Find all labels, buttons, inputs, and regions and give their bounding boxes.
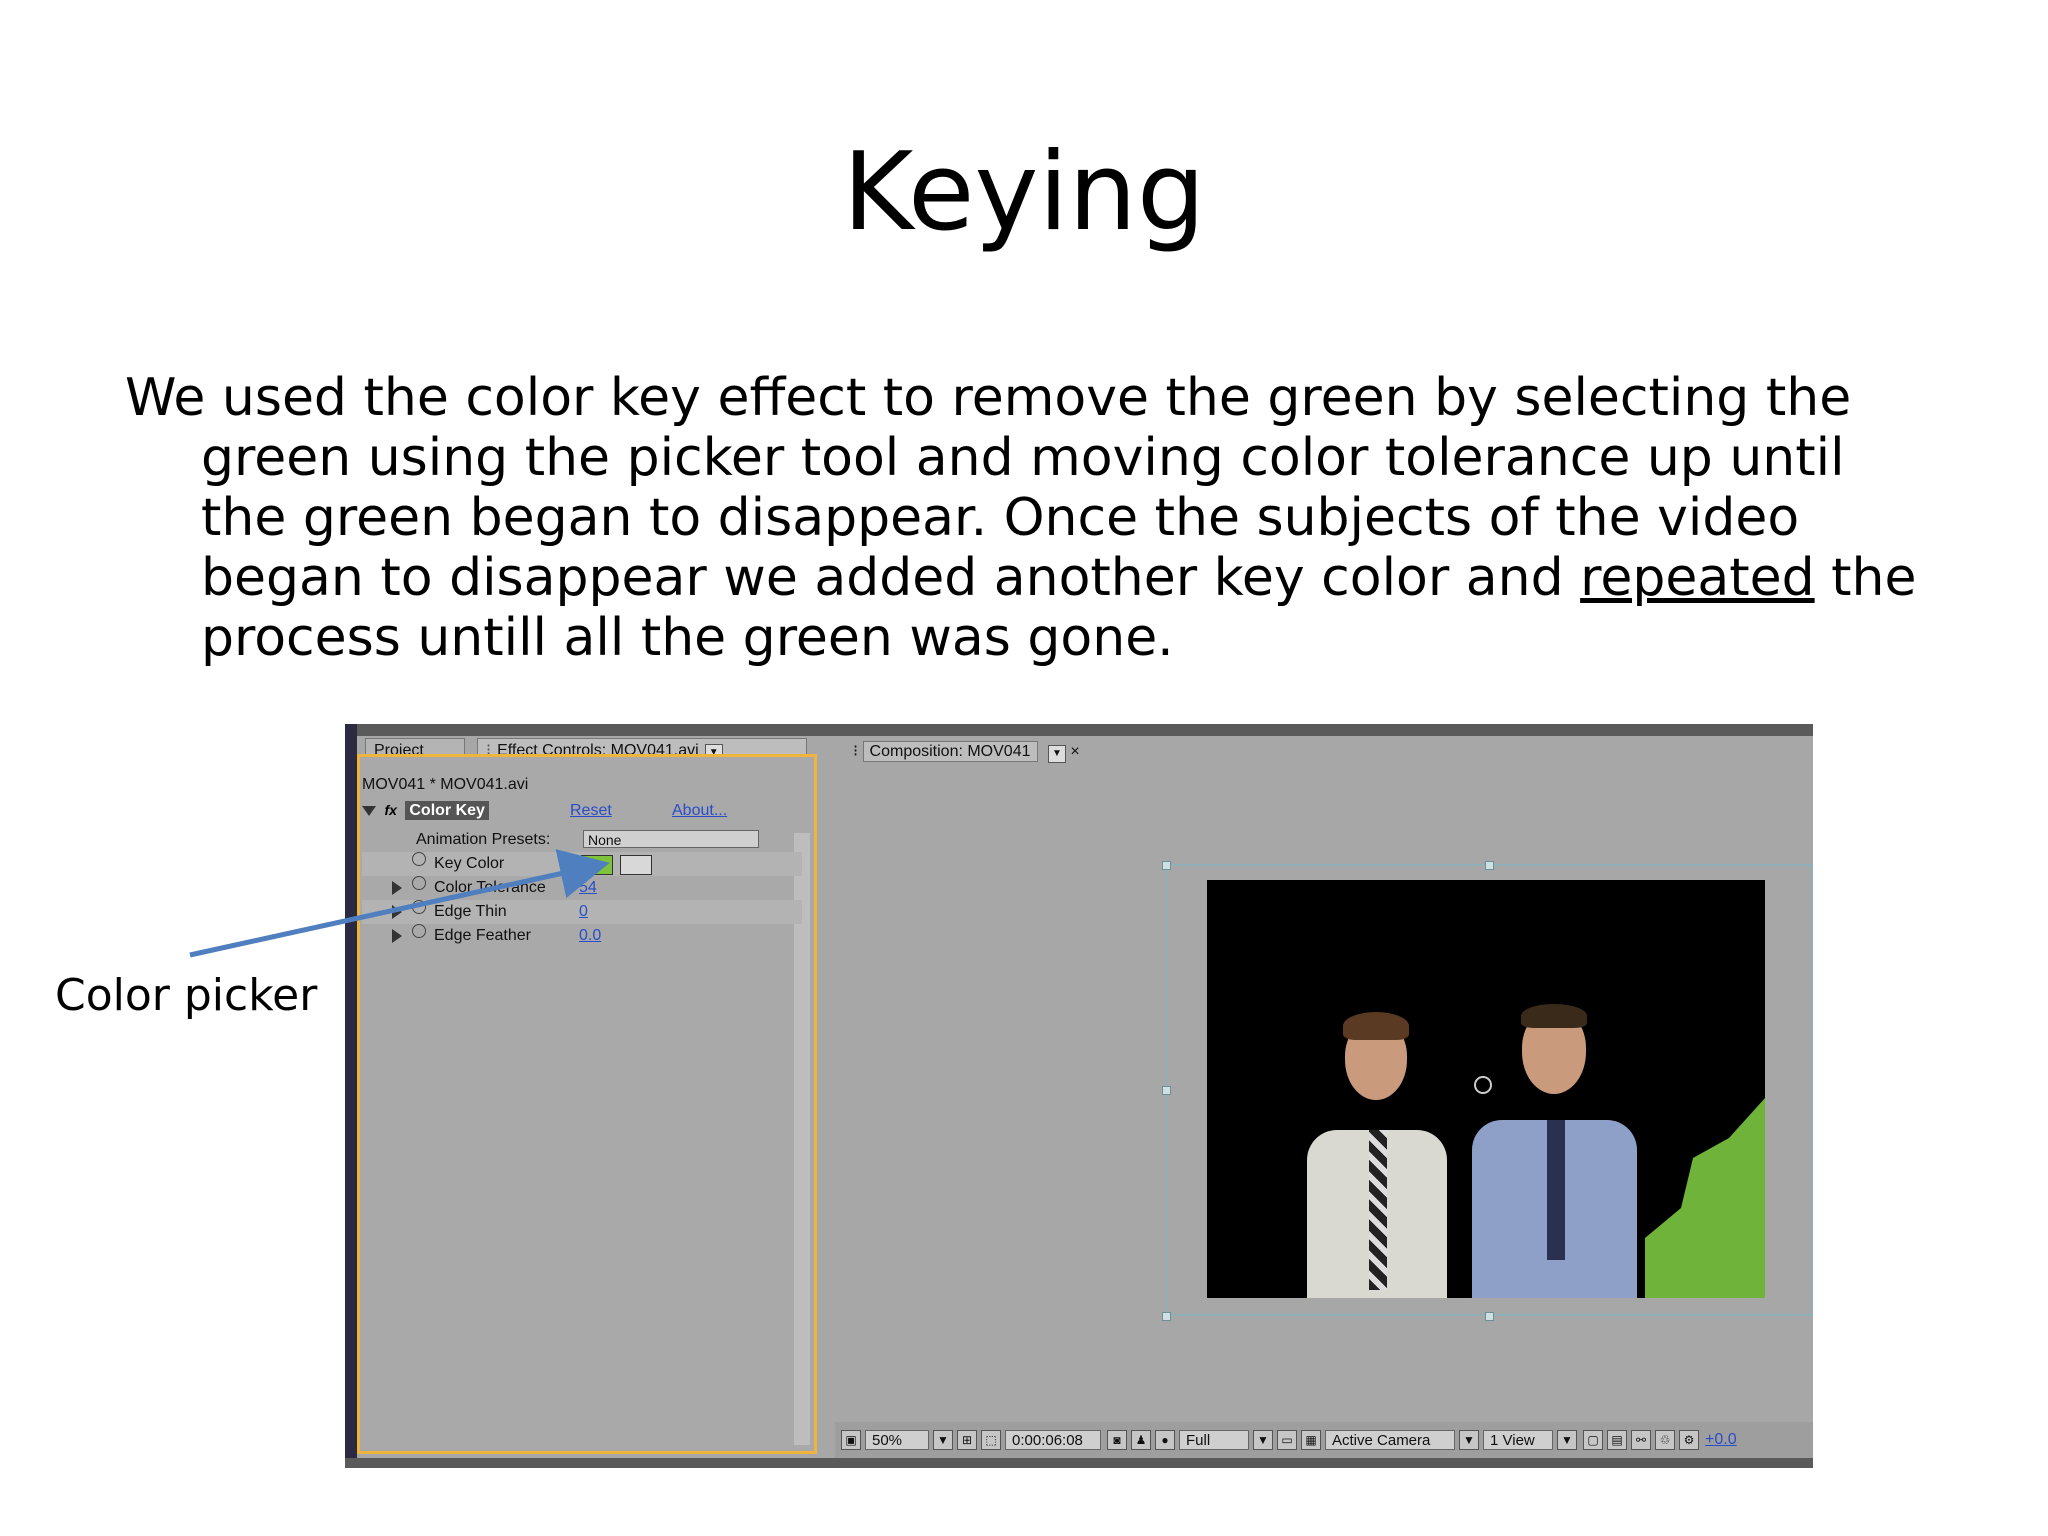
annotation-arrow: [189, 849, 610, 958]
arrow-line: [189, 849, 610, 958]
